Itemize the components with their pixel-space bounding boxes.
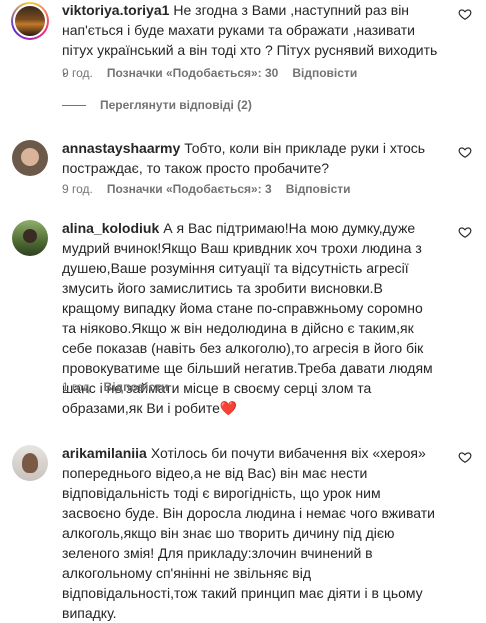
comment-likes[interactable]: Позначки «Подобається»: 30 xyxy=(107,66,278,80)
heart-outline-icon[interactable] xyxy=(458,225,472,239)
heart-outline-icon[interactable] xyxy=(458,7,472,21)
comment-body: Хотілось би почути вибачення віх «хероя»… xyxy=(62,445,435,621)
reply-button[interactable]: Відповісти xyxy=(292,66,357,80)
comment-text: arikamilaniia Хотілось би почути вибаченн… xyxy=(62,443,440,623)
comment-likes[interactable]: Позначки «Подобається»: 3 xyxy=(107,182,272,196)
view-replies-button[interactable]: Переглянути відповіді (2) xyxy=(62,98,252,112)
avatar[interactable] xyxy=(12,445,48,481)
comment-text: annastayshaarmy Тобто, коли він прикладе … xyxy=(62,138,440,178)
replies-line xyxy=(62,105,86,107)
heart-emoji: ❤️ xyxy=(219,400,238,416)
comment-username[interactable]: alina_kolodiuk xyxy=(62,220,159,236)
comment-time[interactable]: 1 год xyxy=(62,380,90,394)
comment-username[interactable]: viktoriya.toriya1 xyxy=(62,2,169,18)
avatar[interactable] xyxy=(11,2,49,40)
avatar[interactable] xyxy=(12,220,48,256)
reply-button[interactable]: Відповісти xyxy=(286,182,351,196)
comment-meta: 9 год. Позначки «Подобається»: 3 Відповіст… xyxy=(62,182,365,196)
comment-time[interactable]: 9 год. xyxy=(62,182,93,196)
comment-username[interactable]: annastayshaarmy xyxy=(62,140,180,156)
comment-meta: 1 год Відповісти xyxy=(62,380,182,394)
view-replies-label: Переглянути відповіді (2) xyxy=(100,98,252,112)
comment-meta: 9 год. Позначки «Подобається»: 30 Відповіс… xyxy=(62,66,371,80)
heart-outline-icon[interactable] xyxy=(458,450,472,464)
comment-username[interactable]: arikamilaniia xyxy=(62,445,147,461)
comment-time[interactable]: 9 год. xyxy=(62,66,93,80)
avatar[interactable] xyxy=(12,140,48,176)
heart-outline-icon[interactable] xyxy=(458,145,472,159)
reply-button[interactable]: Відповісти xyxy=(104,380,169,394)
